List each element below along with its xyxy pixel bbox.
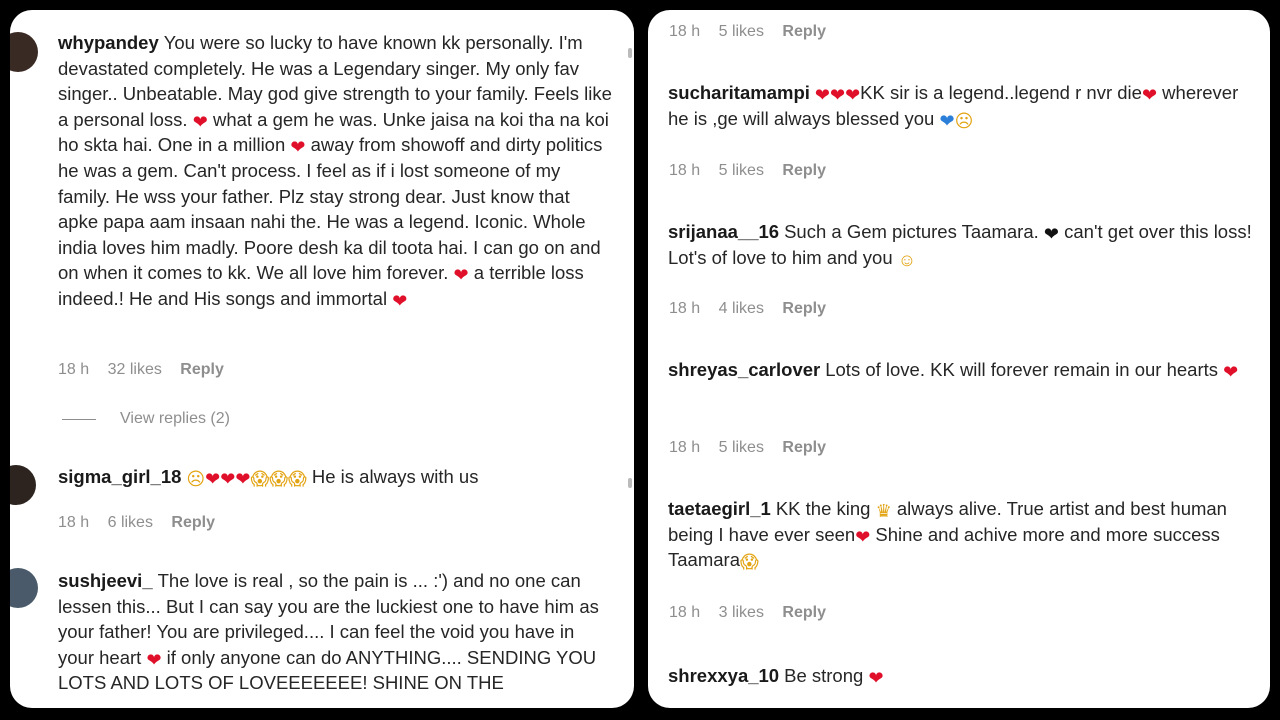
broken-heart-icon: ❤ bbox=[146, 649, 162, 670]
comment-likes[interactable]: 3 likes bbox=[719, 604, 764, 621]
comment-likes[interactable]: 5 likes bbox=[719, 23, 764, 40]
comment-time: 18 h bbox=[669, 604, 701, 621]
comment-time: 18 h bbox=[669, 439, 701, 456]
comment-likes[interactable]: 5 likes bbox=[719, 439, 764, 456]
comment-username[interactable]: sucharitamampi bbox=[668, 82, 810, 103]
heart-icon: ❤ bbox=[845, 85, 861, 105]
comment-sigma-girl-18: sigma_girl_18 ☹❤❤❤😱😱😱 He is always with u… bbox=[58, 464, 614, 490]
heart-icon: ❤ bbox=[235, 469, 251, 489]
comment-text: shreyas_carlover Lots of love. KK will fo… bbox=[668, 359, 1239, 382]
comments-panel-right: 18 h 5 likes Reply sucharitamampi ❤❤❤KK s… bbox=[648, 10, 1270, 708]
reply-button[interactable]: Reply bbox=[782, 162, 826, 179]
heart-icon: ❤ bbox=[814, 85, 830, 105]
reply-button[interactable]: Reply bbox=[782, 23, 826, 40]
comment-text: sushjeevi_ The love is real , so the pain… bbox=[58, 570, 599, 694]
heart-icon: ❤ bbox=[290, 137, 306, 158]
comment-username[interactable]: taetaegirl_1 bbox=[668, 498, 771, 519]
comment-username[interactable]: sigma_girl_18 bbox=[58, 466, 181, 487]
comment-username[interactable]: whypandey bbox=[58, 32, 159, 53]
comment-meta: 18 h 3 likes Reply bbox=[669, 604, 840, 622]
comment-likes[interactable]: 5 likes bbox=[719, 162, 764, 179]
comments-panel-left: whypandey You were so lucky to have known… bbox=[10, 10, 634, 708]
comment-meta: 18 h 5 likes Reply bbox=[669, 439, 840, 457]
comment-meta: 18 h 5 likes Reply bbox=[669, 23, 840, 41]
scrollbar-tick bbox=[628, 478, 632, 488]
reply-button[interactable]: Reply bbox=[171, 514, 215, 531]
view-replies-button[interactable]: View replies (2) bbox=[62, 410, 230, 428]
blue-heart-icon: ❤ bbox=[939, 110, 955, 131]
avatar[interactable] bbox=[10, 32, 38, 72]
smile-face-icon: ☺ bbox=[897, 249, 917, 270]
screaming-face-icon: 😱 bbox=[269, 469, 288, 489]
comment-text: srijanaa__16 Such a Gem pictures Taamara.… bbox=[668, 221, 1252, 270]
reply-button[interactable]: Reply bbox=[782, 439, 826, 456]
disappointed-face-icon: ☹ bbox=[954, 110, 974, 131]
comment-likes[interactable]: 4 likes bbox=[719, 300, 764, 317]
comment-whypandey: whypandey You were so lucky to have known… bbox=[58, 30, 614, 312]
heart-icon: ❤ bbox=[220, 469, 236, 489]
reply-button[interactable]: Reply bbox=[782, 300, 826, 317]
comment-likes[interactable]: 6 likes bbox=[108, 514, 153, 531]
heart-icon: ❤ bbox=[453, 265, 469, 286]
heart-icon: ❤ bbox=[205, 469, 221, 489]
comment-time: 18 h bbox=[58, 361, 90, 378]
comment-username[interactable]: shreyas_carlover bbox=[668, 359, 820, 380]
crown-icon: ♛ bbox=[875, 501, 892, 521]
heart-icon: ❤ bbox=[855, 526, 871, 547]
comment-text: taetaegirl_1 KK the king ♛ always alive. … bbox=[668, 498, 1227, 573]
comment-username[interactable]: srijanaa__16 bbox=[668, 221, 779, 242]
comment-time: 18 h bbox=[669, 162, 701, 179]
screaming-face-icon: 😱 bbox=[287, 469, 307, 489]
comment-time: 18 h bbox=[58, 514, 90, 531]
comment-username[interactable]: sushjeevi_ bbox=[58, 570, 153, 591]
broken-heart-icon: ❤ bbox=[192, 111, 208, 132]
comment-sucharitamampi: sucharitamampi ❤❤❤KK sir is a legend..leg… bbox=[668, 80, 1253, 131]
comment-meta: 18 h 5 likes Reply bbox=[669, 162, 840, 180]
reply-button[interactable]: Reply bbox=[180, 361, 224, 378]
avatar[interactable] bbox=[10, 568, 38, 608]
black-heart-icon: ❤ bbox=[1043, 224, 1059, 244]
screaming-face-icon: 😱 bbox=[250, 469, 270, 489]
view-replies-line bbox=[62, 418, 96, 420]
comment-text: whypandey You were so lucky to have known… bbox=[58, 32, 612, 311]
heart-icon: ❤ bbox=[868, 668, 884, 688]
comment-text: sigma_girl_18 ☹❤❤❤😱😱😱 He is always with u… bbox=[58, 466, 479, 489]
heart-icon: ❤ bbox=[1223, 362, 1239, 382]
heart-icon: ❤ bbox=[829, 85, 846, 105]
scrollbar-tick bbox=[628, 48, 632, 58]
comment-text: shrexxya_10 Be strong ❤ bbox=[668, 665, 884, 688]
comment-meta: 18 h 6 likes Reply bbox=[58, 514, 229, 532]
comment-taetaegirl-1: taetaegirl_1 KK the king ♛ always alive. … bbox=[668, 496, 1253, 573]
screaming-face-icon: 😱 bbox=[739, 552, 759, 573]
heart-icon: ❤ bbox=[1141, 85, 1158, 105]
comment-shrexxya-10: shrexxya_10 Be strong ❤ bbox=[668, 663, 1253, 689]
comment-srijanaa-16: srijanaa__16 Such a Gem pictures Taamara.… bbox=[668, 219, 1253, 270]
sad-face-icon: ☹ bbox=[186, 469, 206, 489]
comment-username[interactable]: shrexxya_10 bbox=[668, 665, 779, 686]
comment-time: 18 h bbox=[669, 23, 701, 40]
comment-time: 18 h bbox=[669, 300, 701, 317]
avatar[interactable] bbox=[10, 465, 36, 505]
comment-meta: 18 h 32 likes Reply bbox=[58, 361, 238, 379]
view-replies-label: View replies (2) bbox=[120, 410, 230, 427]
heart-icon: ❤ bbox=[392, 290, 408, 311]
reply-button[interactable]: Reply bbox=[782, 604, 826, 621]
comment-likes[interactable]: 32 likes bbox=[108, 361, 162, 378]
comment-meta: 18 h 4 likes Reply bbox=[669, 300, 840, 318]
comment-sushjeevi: sushjeevi_ The love is real , so the pain… bbox=[58, 568, 614, 696]
comment-shreyas-carlover: shreyas_carlover Lots of love. KK will fo… bbox=[668, 357, 1253, 383]
comment-text: sucharitamampi ❤❤❤KK sir is a legend..leg… bbox=[668, 82, 1239, 131]
